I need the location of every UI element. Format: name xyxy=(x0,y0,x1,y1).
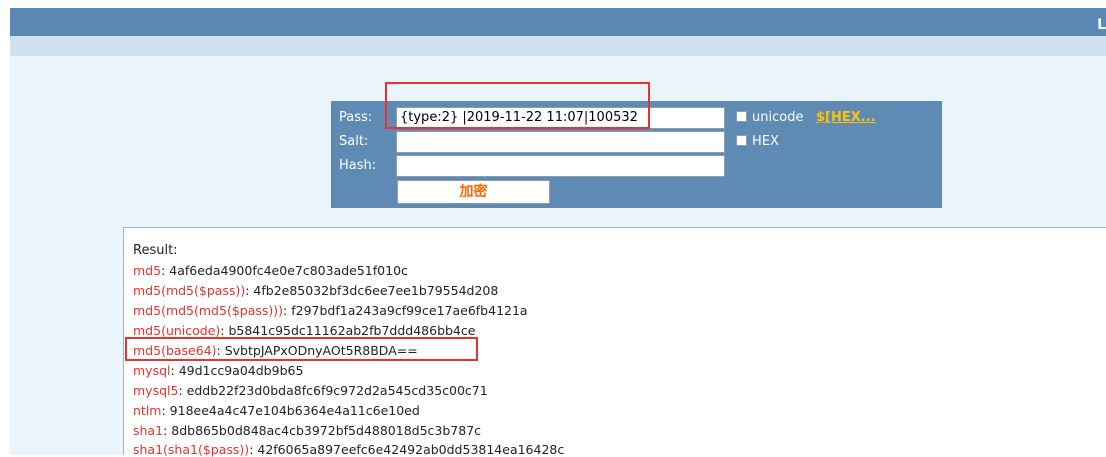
result-row: mysql5: eddb22f23d0bda8fc6f9c972d2a545cd… xyxy=(133,383,488,398)
highlight-box-md5-base64 xyxy=(125,337,478,361)
result-row: md5(md5(md5($pass))): f297bdf1a243a9cf99… xyxy=(133,303,528,318)
pass-label: Pass: xyxy=(339,110,373,125)
top-header-bar: L xyxy=(10,8,1106,36)
result-row: md5(unicode): b5841c95dc11162ab2fb7ddd48… xyxy=(133,323,476,338)
hex-label: HEX xyxy=(752,134,779,149)
hash-input[interactable] xyxy=(396,155,725,177)
hex-link[interactable]: $[HEX... xyxy=(816,110,876,125)
header-right-glyph: L xyxy=(1097,17,1106,33)
unicode-label: unicode xyxy=(752,110,804,125)
hex-checkbox[interactable] xyxy=(736,135,747,146)
result-row: ntlm: 918ee4a4c47e104b6364e4a11c6e10ed xyxy=(133,403,420,418)
sub-header-bar xyxy=(10,36,1106,56)
result-row: md5: 4af6eda4900fc4e0e7c803ade51f010c xyxy=(133,263,408,278)
salt-label: Salt: xyxy=(339,134,369,149)
salt-input[interactable] xyxy=(396,131,725,153)
result-row: sha1: 8db865b0d848ac4cb3972bf5d488018d5c… xyxy=(133,423,482,438)
result-title: Result: xyxy=(133,243,178,258)
hash-label: Hash: xyxy=(339,158,377,173)
result-row: md5(md5($pass)): 4fb2e85032bf3dc6ee7ee1b… xyxy=(133,283,499,298)
result-row: mysql: 49d1cc9a04db9b65 xyxy=(133,363,304,378)
encrypt-button[interactable]: 加密 xyxy=(397,180,550,204)
unicode-checkbox[interactable] xyxy=(736,111,747,122)
highlight-box-pass xyxy=(385,82,650,129)
